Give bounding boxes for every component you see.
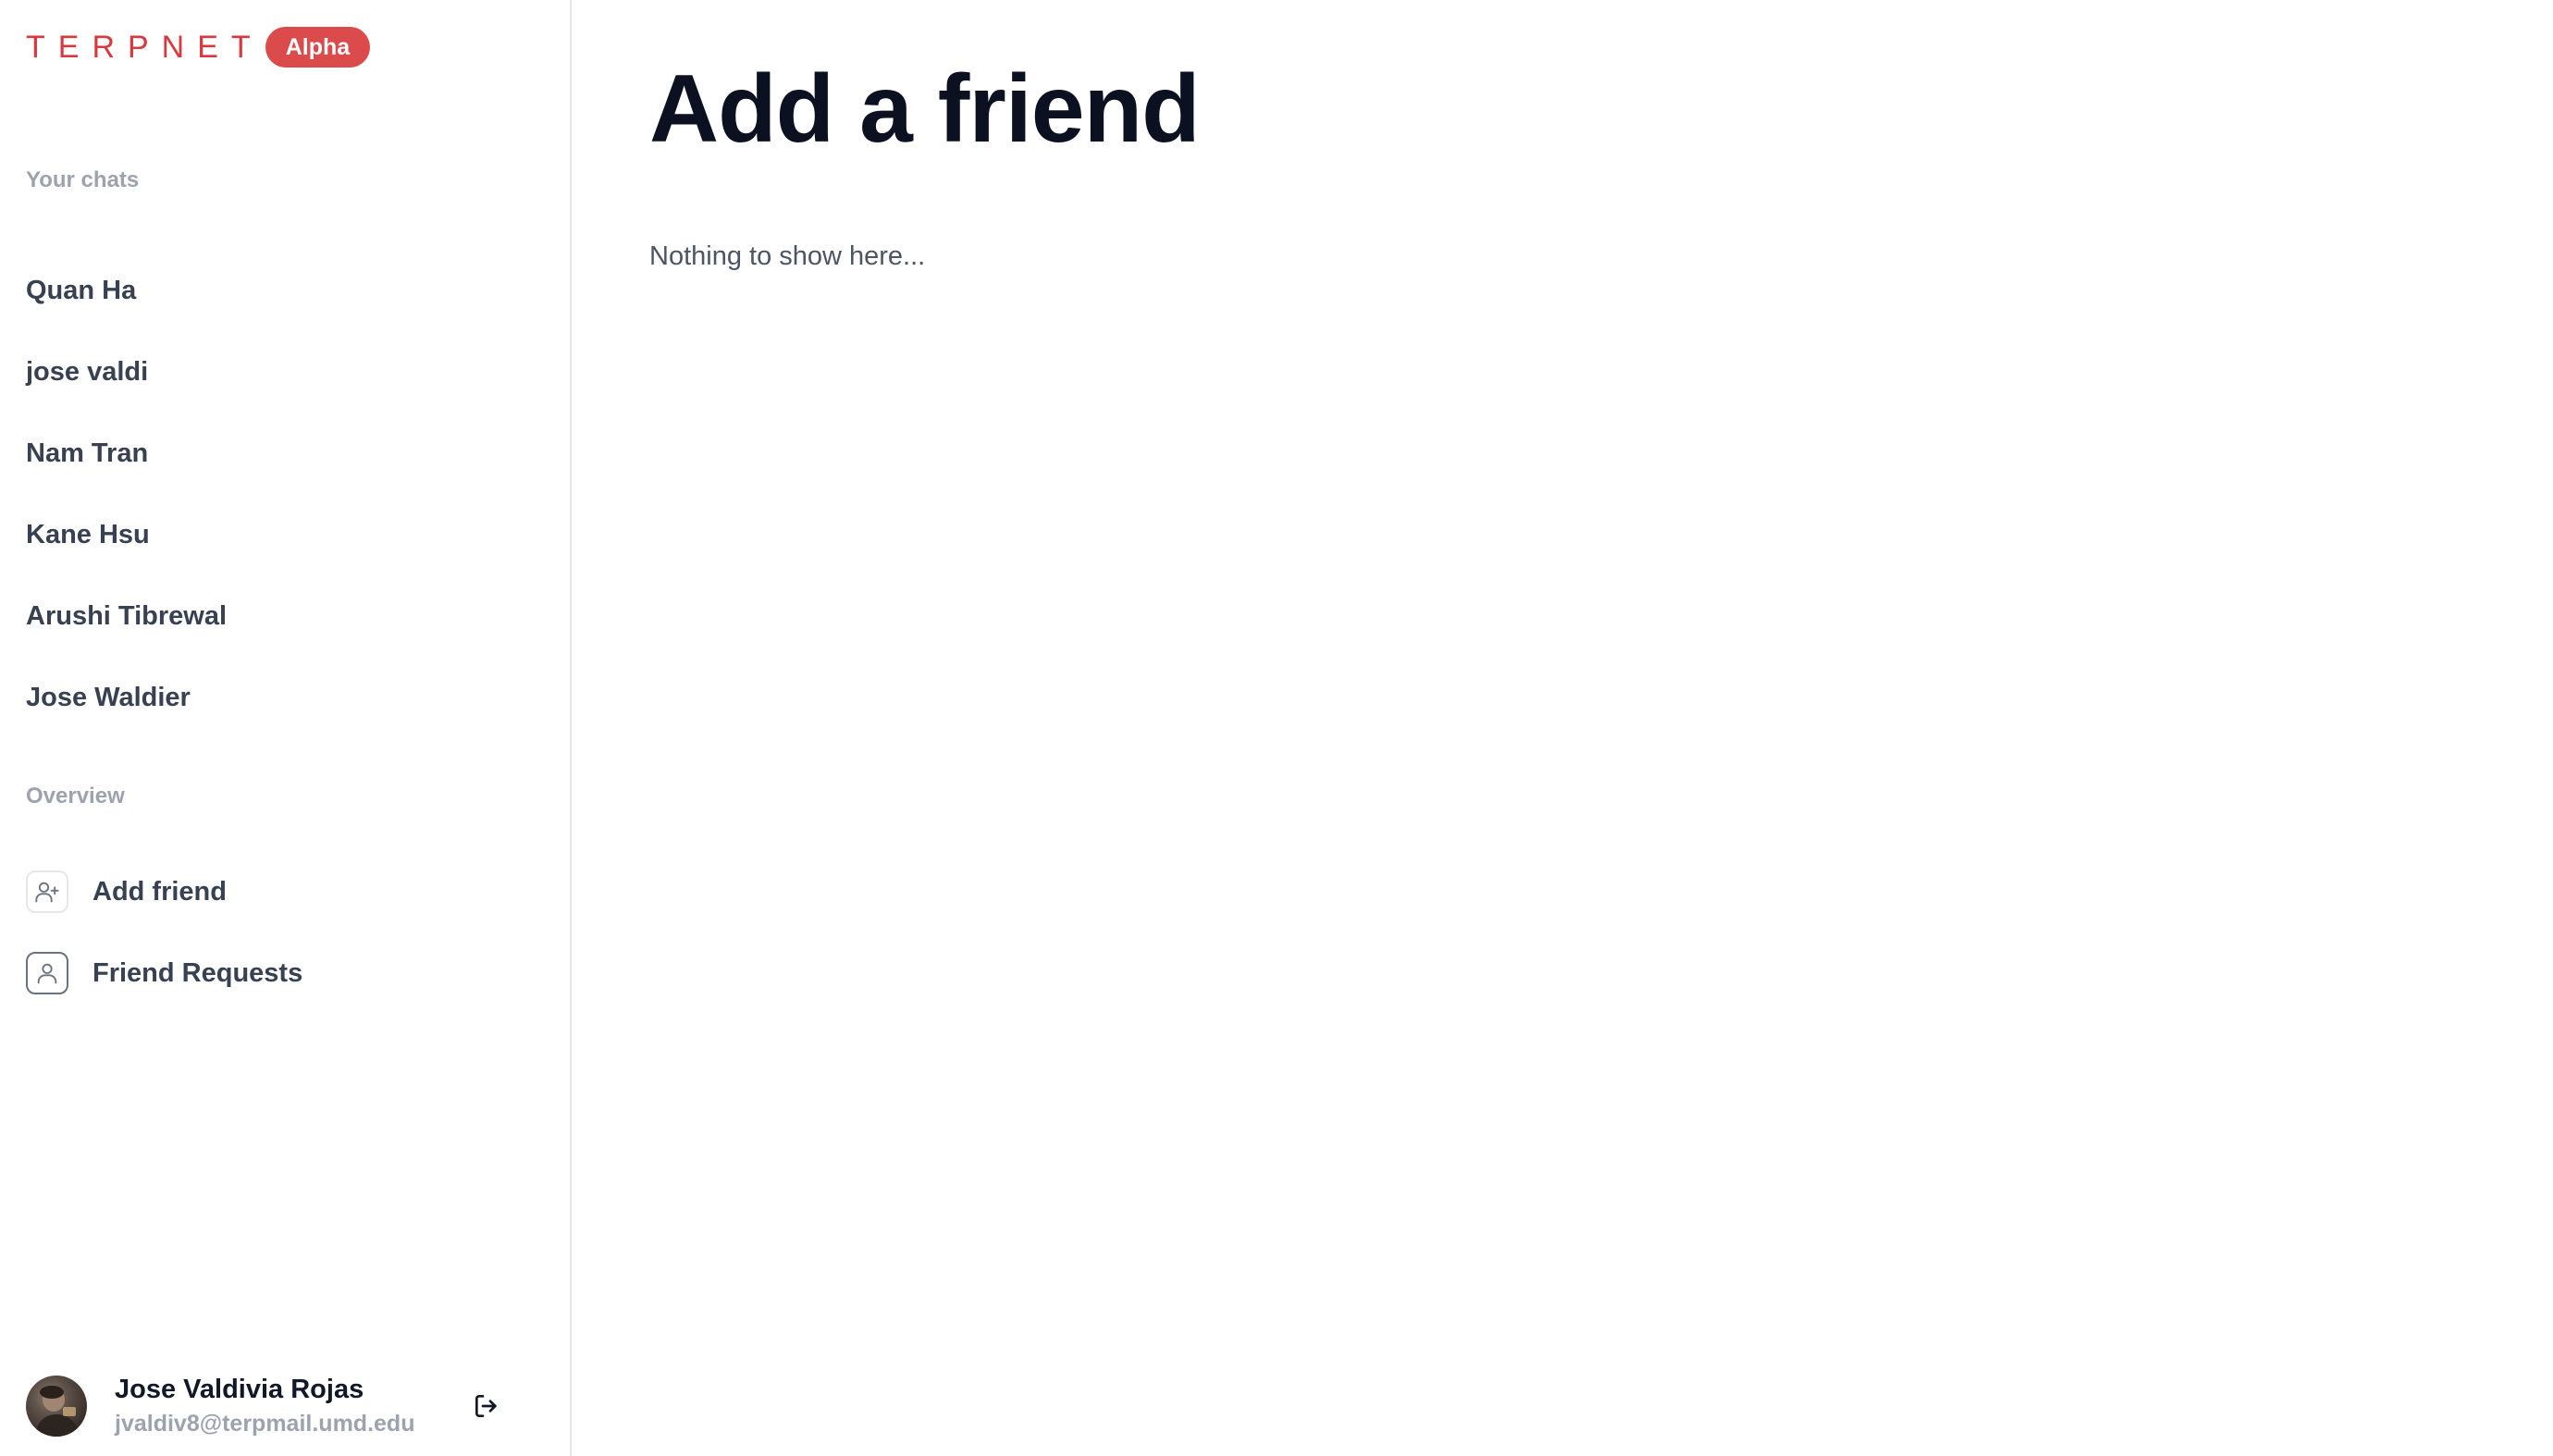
chat-item[interactable]: Nam Tran bbox=[0, 413, 570, 494]
sign-out-button[interactable] bbox=[468, 1388, 505, 1425]
profile-name: Jose Valdivia Rojas bbox=[115, 1375, 364, 1404]
chat-item-name: Quan Ha bbox=[26, 275, 137, 305]
friend-requests-label: Friend Requests bbox=[92, 957, 303, 988]
add-friend-link[interactable]: Add friend bbox=[0, 851, 570, 932]
user-plus-icon bbox=[26, 870, 68, 913]
overview-list: Add friend Friend Requests bbox=[0, 851, 570, 1014]
chats-section-label: Your chats bbox=[26, 167, 140, 192]
sidebar: TERPNET Alpha Your chats Quan Ha jose va… bbox=[0, 0, 572, 1456]
chat-item[interactable]: Jose Waldier bbox=[0, 657, 570, 738]
profile-text: Jose Valdivia Rojas jvaldiv8@terpmail.um… bbox=[115, 1372, 414, 1440]
chat-item-name: Arushi Tibrewal bbox=[26, 600, 228, 631]
avatar bbox=[26, 1376, 87, 1437]
brand[interactable]: TERPNET Alpha bbox=[26, 27, 371, 68]
overview-section-label: Overview bbox=[26, 784, 125, 808]
brand-logo-text: TERPNET bbox=[26, 30, 264, 65]
chat-item[interactable]: jose valdi bbox=[0, 331, 570, 413]
alpha-badge: Alpha bbox=[265, 27, 371, 68]
profile-email: jvaldiv8@terpmail.umd.edu bbox=[115, 1411, 415, 1437]
log-out-icon bbox=[475, 1395, 497, 1417]
chat-item-name: Nam Tran bbox=[26, 438, 149, 468]
chat-list: Quan Ha jose valdi Nam Tran Kane Hsu Aru… bbox=[0, 250, 570, 738]
friend-requests-link[interactable]: Friend Requests bbox=[0, 932, 570, 1014]
chat-item-name: jose valdi bbox=[26, 356, 149, 387]
user-profile: Jose Valdivia Rojas jvaldiv8@terpmail.um… bbox=[26, 1369, 525, 1443]
user-icon bbox=[26, 952, 68, 994]
page-title: Add a friend bbox=[649, 56, 1201, 163]
chat-item-name: Jose Waldier bbox=[26, 682, 191, 712]
app-root: TERPNET Alpha Your chats Quan Ha jose va… bbox=[0, 0, 2553, 1456]
empty-state-text: Nothing to show here... bbox=[649, 241, 926, 271]
chat-item[interactable]: Quan Ha bbox=[0, 250, 570, 331]
chat-item[interactable]: Kane Hsu bbox=[0, 494, 570, 575]
add-friend-label: Add friend bbox=[92, 876, 227, 907]
main-content: Add a friend Nothing to show here... bbox=[572, 0, 2553, 1456]
chat-item[interactable]: Arushi Tibrewal bbox=[0, 575, 570, 657]
chat-item-name: Kane Hsu bbox=[26, 519, 150, 549]
